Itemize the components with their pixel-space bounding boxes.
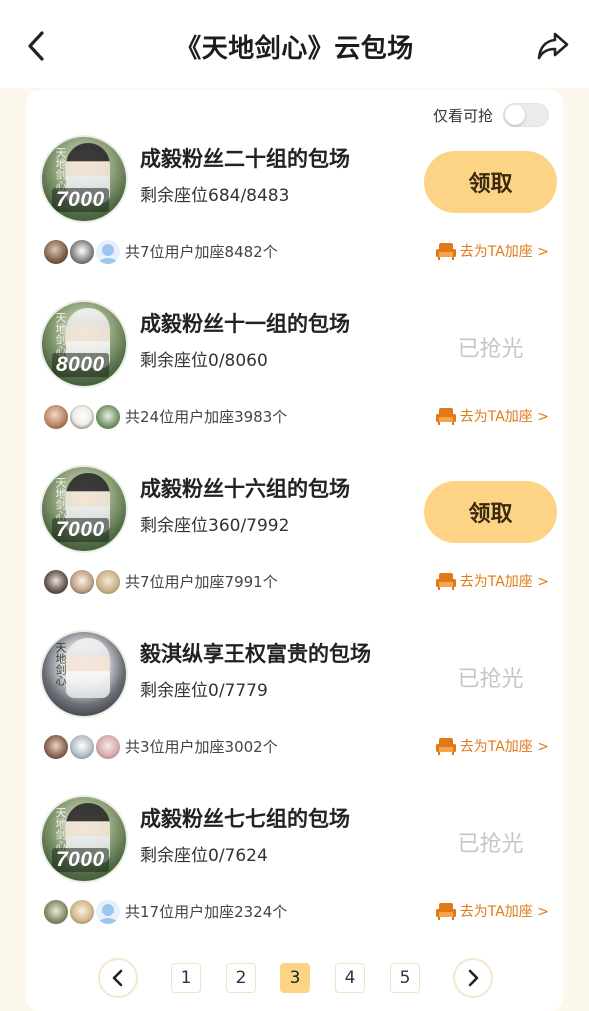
claim-button[interactable]: 领取 xyxy=(424,151,557,213)
sofa-seat-icon xyxy=(435,573,456,590)
poster-calligraphy: 天地剑心 xyxy=(54,807,67,851)
avatar xyxy=(68,238,96,266)
avatar xyxy=(68,403,96,431)
poster-price-badge: 7000 xyxy=(52,188,109,212)
claimable-filter: 仅看可抢 xyxy=(433,102,549,128)
sold-out-label: 已抢光 xyxy=(457,667,524,692)
session-poster: 天地剑心 8000 xyxy=(40,300,128,388)
prev-page-button[interactable] xyxy=(98,958,138,998)
claim-button[interactable]: 领取 xyxy=(424,481,557,543)
share-icon xyxy=(537,32,569,60)
poster-price-badge: 7000 xyxy=(52,518,109,542)
sofa-seat-icon xyxy=(435,243,456,260)
remaining-seats: 剩余座位360/7992 xyxy=(140,516,290,536)
session-item[interactable]: 天地剑心 7000 成毅粉丝七七组的包场 剩余座位0/7624 已抢光 共17位… xyxy=(26,795,563,960)
sold-out-label: 已抢光 xyxy=(457,832,524,857)
share-button[interactable] xyxy=(533,26,573,66)
toggle-knob xyxy=(505,105,525,125)
avatar xyxy=(42,238,70,266)
poster-price-badge: 7000 xyxy=(52,848,109,872)
sofa-seat-icon xyxy=(435,408,456,425)
poster-figure xyxy=(66,638,110,698)
add-seat-link[interactable]: 去为TA加座 > xyxy=(435,404,549,428)
avatar xyxy=(42,403,70,431)
add-seat-link[interactable]: 去为TA加座 > xyxy=(435,239,549,263)
avatar xyxy=(42,898,70,926)
session-poster: 天地剑心 xyxy=(40,630,128,718)
user-avatars xyxy=(42,898,128,926)
session-poster: 天地剑心 7000 xyxy=(40,465,128,553)
session-name: 成毅粉丝七七组的包场 xyxy=(140,807,350,831)
joined-users-count: 共7位用户加座8482个 xyxy=(125,243,278,261)
avatar xyxy=(94,238,122,266)
avatar xyxy=(68,733,96,761)
avatar xyxy=(94,568,122,596)
user-avatars xyxy=(42,568,128,596)
add-seat-link[interactable]: 去为TA加座 > xyxy=(435,569,549,593)
session-name: 成毅粉丝二十组的包场 xyxy=(140,147,350,171)
page-button-5[interactable]: 5 xyxy=(390,963,420,993)
add-seat-label: 去为TA加座 > xyxy=(459,574,549,590)
poster-calligraphy: 天地剑心 xyxy=(54,642,67,686)
joined-users-count: 共24位用户加座3983个 xyxy=(125,408,288,426)
claimable-toggle[interactable] xyxy=(503,103,549,127)
remaining-seats: 剩余座位0/8060 xyxy=(140,351,268,371)
pagination: 1 2 3 4 5 xyxy=(26,958,563,998)
session-item[interactable]: 天地剑心 8000 成毅粉丝十一组的包场 剩余座位0/8060 已抢光 共24位… xyxy=(26,300,563,465)
add-seat-link[interactable]: 去为TA加座 > xyxy=(435,734,549,758)
user-avatars xyxy=(42,238,128,266)
session-list-card: 仅看可抢 天地剑心 7000 成毅粉丝二十组的包场 剩余座位684/8483 领… xyxy=(26,90,563,1011)
user-avatars xyxy=(42,403,128,431)
remaining-seats: 剩余座位684/8483 xyxy=(140,186,290,206)
remaining-seats: 剩余座位0/7624 xyxy=(140,846,268,866)
session-name: 成毅粉丝十六组的包场 xyxy=(140,477,350,501)
user-avatars xyxy=(42,733,128,761)
chevron-left-icon xyxy=(112,969,123,987)
top-bar: 《天地剑心》云包场 xyxy=(0,0,589,88)
session-name: 成毅粉丝十一组的包场 xyxy=(140,312,350,336)
session-item[interactable]: 天地剑心 毅淇纵享王权富贵的包场 剩余座位0/7779 已抢光 共3位用户加座3… xyxy=(26,630,563,795)
filter-label: 仅看可抢 xyxy=(432,106,493,125)
avatar xyxy=(94,403,122,431)
default-user-icon xyxy=(98,904,118,924)
joined-users-count: 共17位用户加座2324个 xyxy=(125,903,288,921)
sold-out-label: 已抢光 xyxy=(457,337,524,362)
avatar xyxy=(94,898,122,926)
joined-users-count: 共3位用户加座3002个 xyxy=(125,738,278,756)
remaining-seats: 剩余座位0/7779 xyxy=(140,681,268,701)
avatar xyxy=(42,733,70,761)
joined-users-count: 共7位用户加座7991个 xyxy=(125,573,278,591)
session-poster: 天地剑心 7000 xyxy=(40,135,128,223)
chevron-right-icon xyxy=(468,969,479,987)
add-seat-label: 去为TA加座 > xyxy=(459,904,549,920)
poster-price-badge: 8000 xyxy=(52,353,109,377)
page-button-2[interactable]: 2 xyxy=(226,963,256,993)
sofa-seat-icon xyxy=(435,738,456,755)
add-seat-link[interactable]: 去为TA加座 > xyxy=(435,899,549,923)
poster-calligraphy: 天地剑心 xyxy=(54,147,67,191)
page-title: 《天地剑心》云包场 xyxy=(175,34,414,64)
sofa-seat-icon xyxy=(435,903,456,920)
poster-calligraphy: 天地剑心 xyxy=(54,477,67,521)
add-seat-label: 去为TA加座 > xyxy=(459,244,549,260)
page-button-3[interactable]: 3 xyxy=(280,963,310,993)
page-button-4[interactable]: 4 xyxy=(335,963,365,993)
session-name: 毅淇纵享王权富贵的包场 xyxy=(140,642,371,666)
session-item[interactable]: 天地剑心 7000 成毅粉丝二十组的包场 剩余座位684/8483 领取 共7位… xyxy=(26,135,563,300)
poster-calligraphy: 天地剑心 xyxy=(54,312,67,356)
session-poster: 天地剑心 7000 xyxy=(40,795,128,883)
avatar xyxy=(68,898,96,926)
avatar xyxy=(68,568,96,596)
default-user-icon xyxy=(98,244,118,264)
next-page-button[interactable] xyxy=(453,958,493,998)
avatar xyxy=(42,568,70,596)
avatar xyxy=(94,733,122,761)
page-button-1[interactable]: 1 xyxy=(171,963,201,993)
session-item[interactable]: 天地剑心 7000 成毅粉丝十六组的包场 剩余座位360/7992 领取 共7位… xyxy=(26,465,563,630)
add-seat-label: 去为TA加座 > xyxy=(459,739,549,755)
add-seat-label: 去为TA加座 > xyxy=(459,409,549,425)
